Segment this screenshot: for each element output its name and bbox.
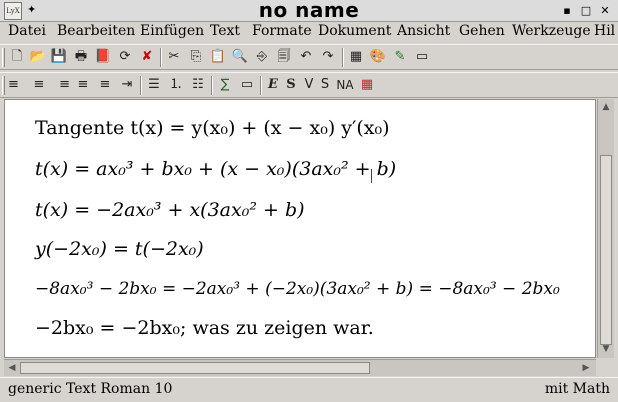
menu-bearbeiten[interactable]: Bearbeiten [57, 23, 135, 39]
spellcheck-icon[interactable]: ✎ [391, 48, 409, 66]
print-icon[interactable]: 🖶 [72, 48, 90, 66]
color-icon[interactable]: ▦ [358, 76, 376, 94]
close-document-icon[interactable]: ✘ [138, 48, 156, 66]
toolbar-grip[interactable] [2, 48, 5, 67]
find-replace-icon[interactable]: ⎆ [253, 48, 271, 66]
insert-math-icon[interactable]: ∑ [216, 76, 234, 94]
status-font-info: generic Text Roman 10 [8, 381, 173, 397]
enumerate-icon[interactable]: ⒈ [167, 76, 185, 94]
document-area[interactable]: Tangente t(x) = y(x₀) + (x − x₀) y′(x₀) … [4, 99, 596, 358]
menu-hilfe[interactable]: Hil [594, 23, 615, 39]
toolbar-separator [211, 76, 213, 95]
undo-icon[interactable]: ↶ [297, 48, 315, 66]
update-icon[interactable]: ⟳ [116, 48, 134, 66]
window-title: no name [258, 0, 360, 22]
document-line[interactable]: −2bx₀ = −2bx₀; was zu zeigen war. [35, 317, 374, 339]
text-cursor [371, 169, 372, 183]
view-icon[interactable]: 🗐 [275, 48, 293, 66]
toolbar-grip[interactable] [2, 76, 5, 95]
align-default-icon[interactable]: ≡ [96, 76, 114, 94]
itemize-icon[interactable]: ☰ [145, 76, 163, 94]
document-line[interactable]: t(x) = −2ax₀³ + x(3ax₀² + b) [35, 199, 305, 221]
menu-formate[interactable]: Formate [252, 23, 312, 39]
layout-toolbar: ≡ ≡ ≡ ≡ ≡ ⇥ ☰ ⒈ ☷ ∑ ▭ E S V S NA ▦ [0, 72, 618, 98]
save-icon[interactable]: 💾 [50, 48, 68, 66]
menu-bar: Datei Bearbeiten Einfügen Text Formate D… [0, 22, 618, 43]
standard-toolbar: 🗋 📂 💾 🖶 📕 ⟳ ✘ ✂ ⎘ 📋 🔍 ⎆ 🗐 ↶ ↷ ▦ 🎨 ✎ ▭ [0, 44, 618, 70]
view-dvi-icon[interactable]: 📕 [94, 48, 112, 66]
document-line[interactable]: Tangente t(x) = y(x₀) + (x − x₀) y′(x₀) [35, 117, 390, 139]
document-line[interactable]: y(−2x₀) = t(−2x₀) [35, 238, 204, 260]
menu-werkzeuge[interactable]: Werkzeuge [512, 23, 591, 39]
table-icon[interactable]: ▦ [347, 48, 365, 66]
scroll-up-icon[interactable]: ▲ [600, 101, 612, 113]
document-line[interactable]: t(x) = ax₀³ + bx₀ + (x − x₀)(3ax₀² + b) [35, 158, 396, 180]
scroll-down-icon[interactable]: ▼ [600, 343, 612, 355]
document-line[interactable]: −8ax₀³ − 2bx₀ = −2ax₀³ + (−2x₀)(3ax₀² + … [35, 279, 560, 299]
align-right-icon[interactable]: ≡ [52, 76, 70, 94]
paste-icon[interactable]: 📋 [209, 48, 227, 66]
new-document-icon[interactable]: 🗋 [8, 48, 26, 66]
toolbar-separator [260, 76, 262, 95]
horizontal-scroll-thumb[interactable] [20, 362, 370, 374]
title-bar[interactable]: LyX ✦ no name ▪ □ ✕ [0, 0, 618, 22]
redo-icon[interactable]: ↷ [319, 48, 337, 66]
find-icon[interactable]: 🔍 [231, 48, 249, 66]
status-mode: mit Math [544, 381, 610, 397]
scroll-right-icon[interactable]: ▶ [580, 362, 592, 374]
emph-icon[interactable]: E [264, 76, 282, 94]
bold-icon[interactable]: S [282, 76, 300, 94]
menu-text[interactable]: Text [210, 23, 240, 39]
maximize-icon[interactable]: □ [579, 4, 593, 18]
description-icon[interactable]: ☷ [189, 76, 207, 94]
align-left-icon[interactable]: ≡ [8, 76, 26, 94]
display-math-icon[interactable]: ▭ [238, 76, 256, 94]
horizontal-scrollbar[interactable]: ◀ ▶ [4, 359, 596, 376]
font-size-icon[interactable]: NA [334, 76, 356, 94]
align-block-icon[interactable]: ≡ [74, 76, 92, 94]
fullscreen-icon[interactable]: ▭ [413, 48, 431, 66]
menu-datei[interactable]: Datei [8, 23, 46, 39]
menu-einfuegen[interactable]: Einfügen [140, 23, 204, 39]
toolbar-separator [342, 48, 344, 67]
indent-icon[interactable]: ⇥ [118, 76, 136, 94]
status-bar: generic Text Roman 10 mit Math [0, 377, 618, 402]
vertical-scroll-thumb[interactable] [600, 155, 612, 345]
toolbar-separator [160, 48, 162, 67]
menu-ansicht[interactable]: Ansicht [397, 23, 450, 39]
figure-icon[interactable]: 🎨 [369, 48, 387, 66]
menu-dokument[interactable]: Dokument [318, 23, 391, 39]
open-document-icon[interactable]: 📂 [29, 48, 47, 66]
cut-icon[interactable]: ✂ [165, 48, 183, 66]
toolbar-separator [140, 76, 142, 95]
copy-icon[interactable]: ⎘ [187, 48, 205, 66]
minimize-icon[interactable]: ▪ [560, 4, 574, 18]
vertical-scrollbar[interactable]: ▲ ▼ [597, 99, 614, 358]
align-center-icon[interactable]: ≡ [30, 76, 48, 94]
menu-gehen[interactable]: Gehen [459, 23, 505, 39]
sans-icon[interactable]: S [316, 76, 334, 94]
scroll-left-icon[interactable]: ◀ [6, 362, 18, 374]
close-icon[interactable]: ✕ [598, 4, 612, 18]
